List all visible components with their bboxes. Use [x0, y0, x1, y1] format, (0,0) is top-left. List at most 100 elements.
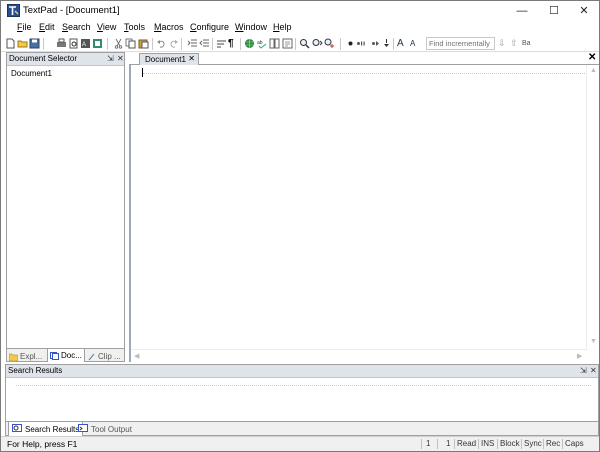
decrease-font-icon[interactable]: A: [410, 38, 421, 49]
play-macro-icon[interactable]: [356, 38, 367, 49]
editor-text-area[interactable]: [131, 65, 588, 349]
run-macro-icon[interactable]: [370, 38, 381, 49]
close-window-button[interactable]: ✕: [569, 1, 599, 20]
toolbar-separator: [295, 38, 296, 50]
textpad-app-icon[interactable]: [7, 4, 20, 17]
menu-view[interactable]: View: [97, 22, 116, 32]
document-selector-title: Document Selector: [9, 54, 78, 63]
search-results-tabs: Search Results Tool Output: [6, 421, 598, 436]
open-folder-icon[interactable]: [17, 38, 28, 49]
tab-clip-library[interactable]: Clip ...: [87, 349, 121, 362]
redo-icon[interactable]: [168, 38, 179, 49]
indent-icon[interactable]: [187, 38, 198, 49]
scroll-left-icon[interactable]: ◀: [134, 352, 139, 360]
toolbar-separator: [212, 38, 213, 50]
close-document-icon[interactable]: ✕: [588, 52, 596, 63]
search-results-header: Search Results ⇲ ✕: [6, 365, 598, 378]
find-up-icon[interactable]: ⇧: [510, 38, 521, 49]
close-panel-icon[interactable]: ✕: [117, 54, 124, 63]
tab-explorer-label: Expl...: [20, 352, 43, 361]
find-incrementally-input[interactable]: [426, 37, 495, 50]
spell-icon[interactable]: A: [80, 38, 91, 49]
toolbar-separator: [152, 38, 153, 50]
minimize-button[interactable]: —: [507, 1, 537, 20]
properties-icon[interactable]: [92, 38, 103, 49]
svg-text:ab: ab: [257, 40, 263, 46]
search-results-title: Search Results: [8, 366, 63, 375]
menu-bar: File Edit Search View Tools Macros Confi…: [1, 20, 599, 36]
find-next-icon[interactable]: [312, 38, 323, 49]
tab-clip-library-label: Clip ...: [98, 352, 121, 361]
close-tab-icon[interactable]: ✕: [188, 54, 195, 63]
increase-font-icon[interactable]: A: [397, 38, 408, 49]
print-icon[interactable]: [56, 38, 67, 49]
scroll-down-icon[interactable]: ▼: [590, 338, 597, 345]
status-divider: [478, 439, 479, 449]
title-bar: TextPad - [Document1] — ☐ ✕: [1, 1, 599, 20]
scroll-up-icon[interactable]: ▲: [590, 67, 597, 74]
find-down-icon[interactable]: ⇩: [498, 38, 509, 49]
tab-search-results[interactable]: Search Results: [8, 422, 84, 436]
svg-text:A: A: [82, 42, 86, 48]
document-selector-header: Document Selector ⇲ ✕: [7, 53, 124, 66]
status-divider: [454, 439, 455, 449]
record-macro-icon[interactable]: [345, 38, 356, 49]
tab-tool-output[interactable]: Tool Output: [78, 422, 132, 436]
menu-edit[interactable]: Edit: [39, 22, 55, 32]
status-divider: [421, 439, 422, 449]
save-icon[interactable]: [29, 38, 40, 49]
word-wrap-icon[interactable]: [216, 38, 227, 49]
toolbar-separator: [340, 38, 341, 50]
replace-icon[interactable]: [324, 38, 335, 49]
match-case-icon[interactable]: Ba: [522, 38, 536, 49]
pin-icon[interactable]: ⇲: [580, 366, 587, 375]
print-preview-icon[interactable]: [68, 38, 79, 49]
status-divider: [437, 439, 438, 449]
search-results-icon: [12, 423, 22, 435]
vertical-scrollbar[interactable]: ▲ ▼: [586, 65, 599, 349]
status-caps: Caps: [565, 439, 584, 448]
menu-search[interactable]: Search: [62, 22, 91, 32]
status-bar: For Help, press F1 1 1 Read INS Block Sy…: [1, 436, 599, 451]
menu-macros[interactable]: Macros: [154, 22, 184, 32]
toolbar-separator: [393, 38, 394, 50]
document-list-item[interactable]: Document1: [11, 69, 52, 78]
textpad-window: TextPad - [Document1] — ☐ ✕ File Edit Se…: [0, 0, 600, 452]
status-block: Block: [500, 439, 520, 448]
outdent-icon[interactable]: [199, 38, 210, 49]
find-icon[interactable]: [299, 38, 310, 49]
window-title: TextPad - [Document1]: [23, 5, 120, 16]
scroll-right-icon[interactable]: ▶: [577, 352, 582, 360]
close-panel-icon[interactable]: ✕: [590, 366, 597, 375]
menu-file[interactable]: File: [17, 22, 32, 32]
toolbar-separator: [43, 38, 44, 50]
menu-window[interactable]: Window: [235, 22, 267, 32]
compare-icon[interactable]: [269, 38, 280, 49]
tab-explorer[interactable]: Expl...: [8, 349, 43, 362]
new-document-icon[interactable]: [5, 38, 16, 49]
paste-icon[interactable]: [138, 38, 149, 49]
menu-help[interactable]: Help: [273, 22, 292, 32]
search-results-panel: Search Results ⇲ ✕ Search Results Tool O…: [5, 364, 599, 436]
document-selector-tabs: Expl... Doc... Clip ...: [7, 348, 124, 362]
document-selector-panel: Document Selector ⇲ ✕ Document1 Expl... …: [6, 52, 125, 362]
maximize-button[interactable]: ☐: [539, 1, 569, 20]
menu-configure[interactable]: Configure: [190, 22, 229, 32]
tab-documents[interactable]: Doc...: [47, 349, 85, 362]
copy-icon[interactable]: [125, 38, 136, 49]
file-properties-icon[interactable]: [282, 38, 293, 49]
macro-dropdown-icon[interactable]: [381, 38, 392, 49]
web-browser-icon[interactable]: [244, 38, 255, 49]
explorer-icon: [8, 353, 19, 361]
horizontal-scrollbar[interactable]: ◀ ▶: [131, 349, 588, 362]
check-spelling-icon[interactable]: ab: [257, 38, 268, 49]
tab-document1-label: Document1: [145, 55, 186, 64]
tab-document1[interactable]: Document1 ✕: [139, 53, 199, 65]
text-editor[interactable]: ▲ ▼ ◀ ▶: [129, 65, 599, 362]
cut-icon[interactable]: [113, 38, 124, 49]
menu-tools[interactable]: Tools: [124, 22, 145, 32]
line-guide: [143, 73, 587, 74]
pilcrow-icon[interactable]: ¶: [228, 38, 239, 49]
pin-icon[interactable]: ⇲: [107, 54, 114, 63]
undo-icon[interactable]: [156, 38, 167, 49]
